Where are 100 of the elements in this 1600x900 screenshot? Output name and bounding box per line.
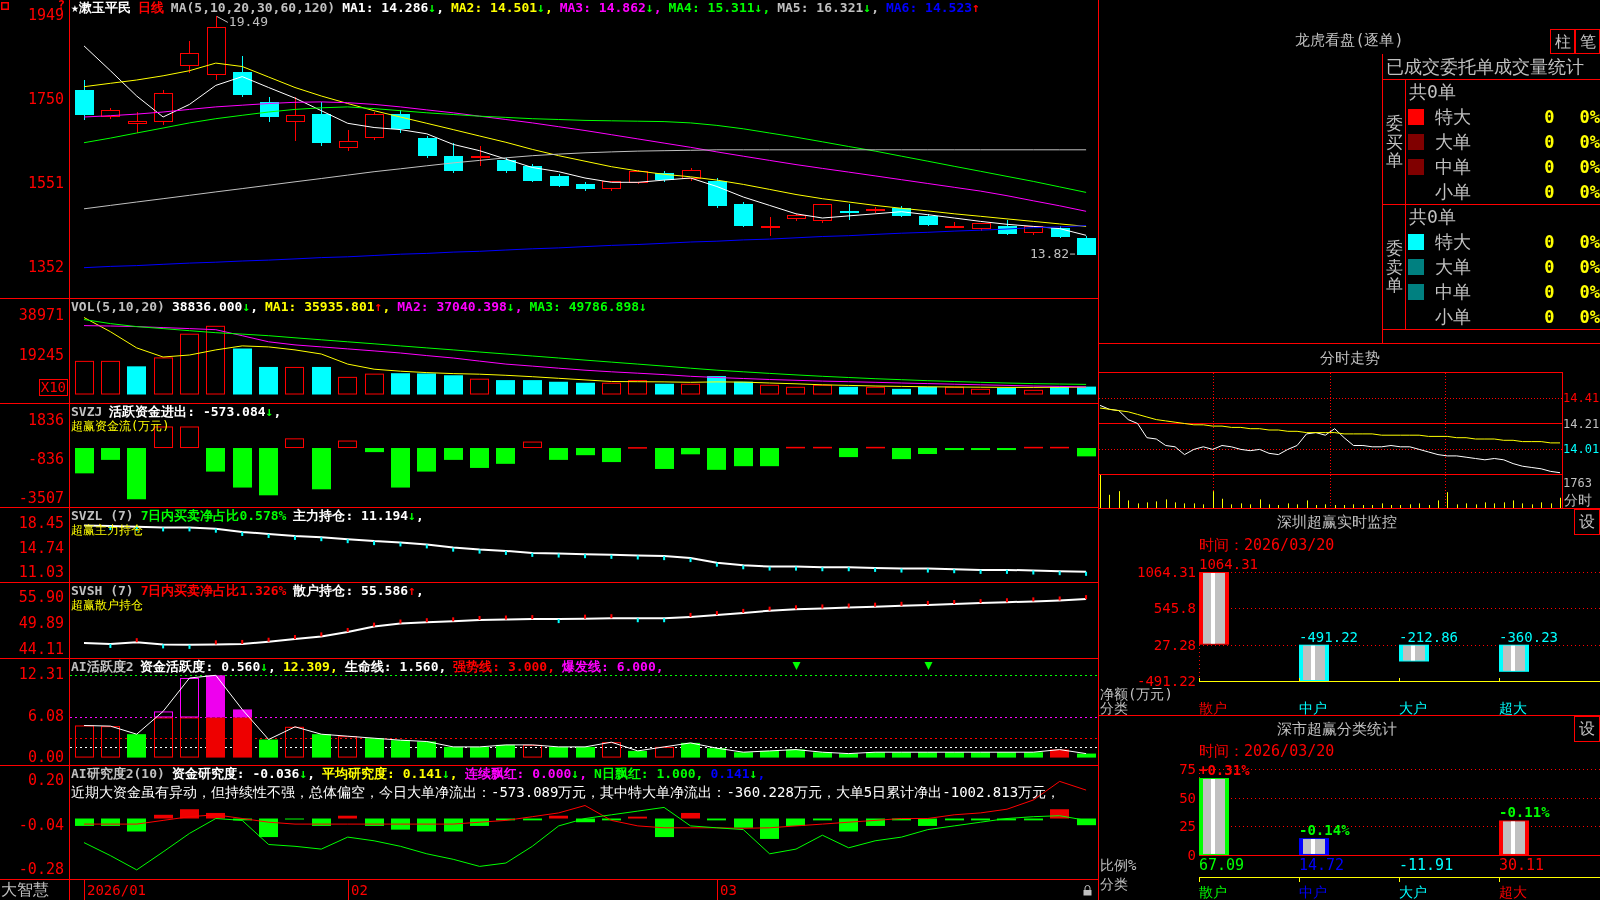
legend-text: MA2: 14.501↓, xyxy=(450,1,553,15)
axis-label: 11.03 xyxy=(18,564,64,580)
date-label: 02 xyxy=(348,880,368,900)
order-size-label: 大单 xyxy=(1435,132,1471,152)
axis-label: 545.8 xyxy=(1153,601,1196,616)
legend-text: MA3: 14.862↓, xyxy=(559,1,662,15)
order-count: 0 xyxy=(1544,156,1555,177)
volume-title: 分时 xyxy=(1564,493,1592,508)
date-label: 03 xyxy=(717,880,737,900)
axis-label: -0.28 xyxy=(18,862,64,878)
axis-label: -3507 xyxy=(18,491,64,507)
order-size-label: 小单 xyxy=(1435,306,1471,327)
change-label: +0.31% xyxy=(1199,763,1250,778)
order-count: 0 xyxy=(1544,107,1555,128)
value-label: -491.22 xyxy=(1299,629,1358,644)
order-count: 0 xyxy=(1544,281,1555,302)
order-percent: 0% xyxy=(1579,181,1600,202)
legend-text: AI活跃度2 xyxy=(71,660,134,674)
legend-text: 平均研究度: 0.141↓, xyxy=(322,767,458,781)
indicator-title: 超赢资金流(万元) xyxy=(71,419,170,433)
axis-label: 0 xyxy=(1187,848,1196,862)
legend-text: 7日内买卖净占比1.326% xyxy=(140,584,287,598)
legend-text: AI研究度2(10) xyxy=(71,767,165,781)
section-title: 分时走势 xyxy=(1319,350,1380,366)
legend-text: 主力持仓: 11.194↓, xyxy=(293,509,424,523)
section-title: 深圳超赢实时监控 xyxy=(1276,514,1397,530)
order-count: 0 xyxy=(1544,132,1555,152)
legend-text: MA2: 37040.398↓, xyxy=(397,300,523,314)
category-label: 中户 xyxy=(1299,701,1327,715)
order-size-label: 中单 xyxy=(1435,281,1471,302)
order-percent: 0% xyxy=(1579,156,1600,177)
axis-label: 0.00 xyxy=(27,749,64,765)
legend-text: 爆发线: 6.000, xyxy=(562,660,664,674)
axis-label: 1352 xyxy=(27,259,64,275)
order-size-label: 中单 xyxy=(1435,156,1471,177)
value-label: 14.72 xyxy=(1299,858,1345,873)
change-label: -0.11% xyxy=(1499,805,1550,820)
order-percent: 0% xyxy=(1579,232,1600,253)
legend-text: MA1: 35935.801↑, xyxy=(265,300,391,314)
category-label: 散户 xyxy=(1199,885,1227,899)
order-total: 共0单 xyxy=(1409,82,1456,103)
axis-label: 49.89 xyxy=(18,616,64,632)
category-label: 中户 xyxy=(1299,885,1327,899)
axis-label: 75 xyxy=(1179,762,1196,776)
axis-title: 分类 xyxy=(1100,877,1128,891)
legend-text: SVZJ xyxy=(71,405,103,419)
legend-text: 生命线: 1.560, xyxy=(344,660,447,674)
order-count: 0 xyxy=(1544,257,1555,277)
axis-label: 6.08 xyxy=(27,708,64,724)
axis-label: 1836 xyxy=(27,413,64,429)
analysis-text: 近期大资金虽有异动，但持续性不强，总体偏空，今日大单净流出：-573.089万元，其中特大单净流出：-360.228万元，大单5日累计净出-1002.813万元， xyxy=(71,783,1061,801)
axis-label: 1064.31 xyxy=(1137,565,1196,579)
legend-text: 连续飘红: 0.000↓, xyxy=(464,767,587,781)
axis-label: 1750 xyxy=(27,92,64,108)
change-label: -0.14% xyxy=(1299,823,1350,838)
axis-label: 25 xyxy=(1179,819,1196,834)
order-size-label: 特大 xyxy=(1435,107,1471,128)
axis-label: 19245 xyxy=(18,347,64,363)
legend-text: MA5: 16.321↓, xyxy=(777,1,879,15)
legend-text: MA3: 49786.898↓ xyxy=(529,300,647,314)
value-label: -360.23 xyxy=(1499,629,1558,644)
legend-text: 活跃资金进出: -573.084↓, xyxy=(109,405,282,419)
axis-label: 14.01 xyxy=(1563,443,1600,457)
order-count: 0 xyxy=(1544,181,1555,202)
axis-label: 1949 xyxy=(27,8,64,24)
axis-label: -836 xyxy=(27,452,64,468)
value-label: 67.09 xyxy=(1199,858,1245,873)
legend-text: SVSH (7) xyxy=(71,584,134,598)
legend-text: 散户持仓: 55.586↑, xyxy=(293,584,424,598)
legend-text: MA(5,10,20,30,60,120) xyxy=(170,1,336,15)
section-title: 深市超赢分类统计 xyxy=(1276,721,1397,737)
panel-title: 龙虎看盘(逐单) xyxy=(1295,32,1404,48)
axis-label: 44.11 xyxy=(18,642,64,658)
legend-text: MA4: 15.311↓, xyxy=(668,1,771,15)
order-size-label: 小单 xyxy=(1435,181,1471,202)
order-percent: 0% xyxy=(1579,306,1600,327)
legend-text: SVZL (7) xyxy=(71,509,134,523)
axis-title: 净额(万元) xyxy=(1100,687,1173,701)
axis-label: 50 xyxy=(1179,790,1196,805)
order-size-label: 大单 xyxy=(1435,257,1471,277)
date-label: 2026/01 xyxy=(84,880,146,900)
order-count: 0 xyxy=(1544,306,1555,327)
value-label: 1064.31 xyxy=(1199,557,1258,571)
legend-text: 0.141↓, xyxy=(710,767,766,781)
order-total: 共0单 xyxy=(1409,207,1456,228)
volume-scale-label: 1763 xyxy=(1563,477,1592,490)
axis-label: -0.04 xyxy=(18,817,64,833)
axis-label: 38971 xyxy=(18,307,64,323)
value-label: -212.86 xyxy=(1399,629,1458,644)
category-label: 超大 xyxy=(1499,701,1527,715)
axis-label: 14.21 xyxy=(1563,417,1600,431)
price-annotation: 13.82 xyxy=(1029,247,1070,261)
axis-label: 27.28 xyxy=(1153,637,1196,652)
order-percent: 0% xyxy=(1579,257,1600,277)
category-label: 超大 xyxy=(1499,885,1527,899)
value-label: -11.91 xyxy=(1399,858,1454,873)
legend-text: 7日内买卖净占比0.578% xyxy=(140,509,287,523)
time-label: 时间：2026/03/20 xyxy=(1199,743,1335,759)
multiplier-tag: X10 xyxy=(38,379,68,396)
legend-text: MA6: 14.523↑ xyxy=(885,1,980,15)
